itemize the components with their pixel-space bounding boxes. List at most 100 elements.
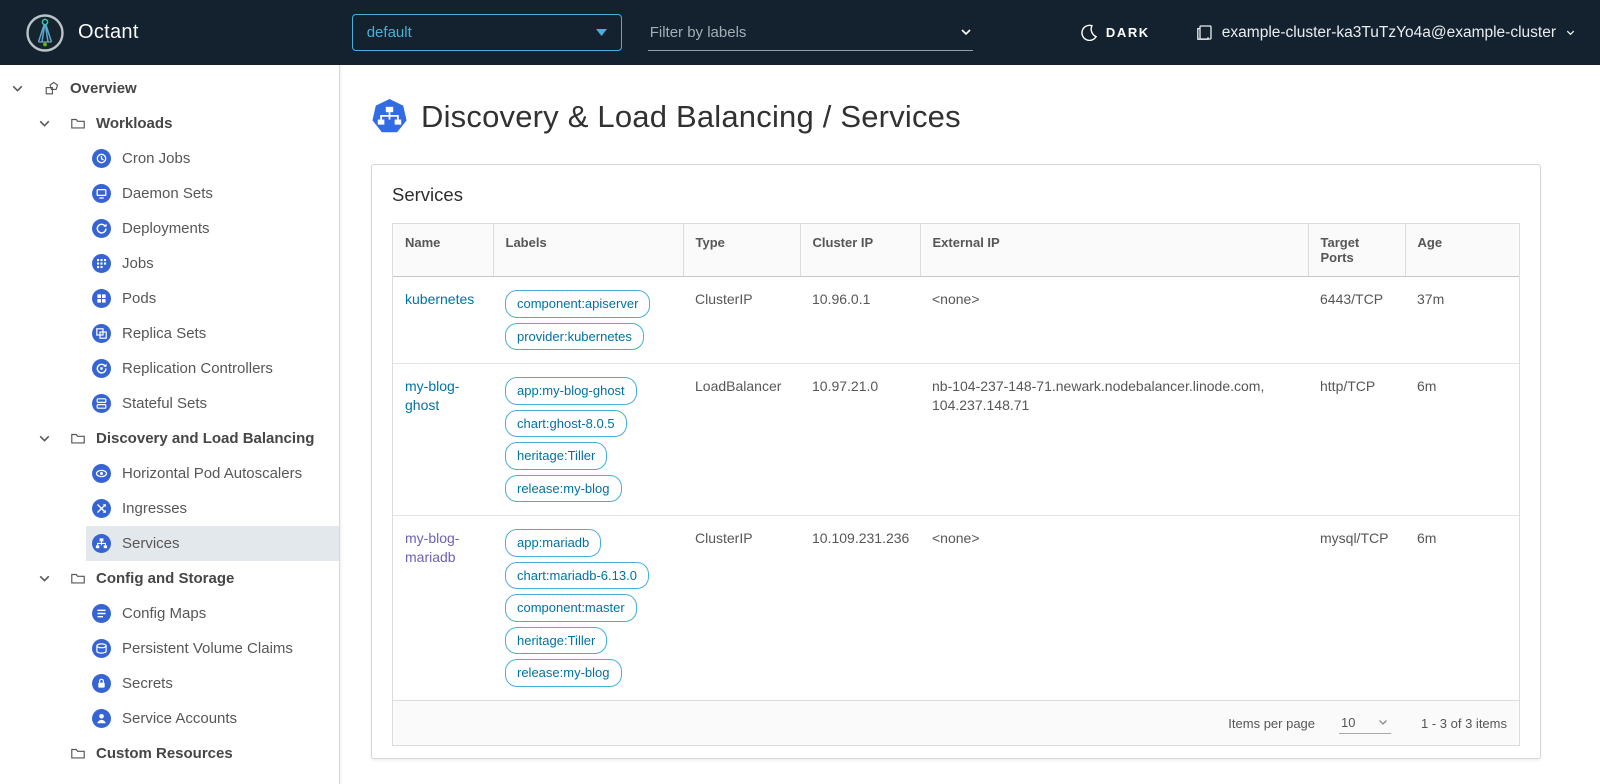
table-header-row: Name Labels Type Cluster IP External IP …	[393, 224, 1519, 277]
items-per-page-value: 10	[1341, 715, 1355, 730]
folder-icon	[70, 431, 86, 447]
external-ip-cell: nb-104-237-148-71.newark.nodebalancer.li…	[920, 364, 1308, 516]
pods-icon	[92, 289, 111, 308]
label-filter-input[interactable]	[648, 23, 959, 42]
sidebar-item-replication-controllers[interactable]: Replication Controllers	[86, 351, 339, 386]
label-chip[interactable]: component:master	[505, 594, 637, 622]
sidebar-group-discovery-load-balancing[interactable]: Discovery and Load Balancing	[0, 421, 339, 456]
labels-cell: component:apiserver provider:kubernetes	[493, 277, 683, 364]
chevron-down-icon[interactable]	[959, 25, 973, 39]
chevron-down-icon	[1377, 716, 1389, 728]
age-cell: 6m	[1405, 364, 1519, 516]
main-content: Discovery & Load Balancing / Services Se…	[340, 65, 1600, 784]
octant-logo	[26, 14, 64, 52]
pagination-range-label: 1 - 3 of 3 items	[1421, 716, 1507, 731]
sidebar-item-pods[interactable]: Pods	[86, 281, 339, 316]
label-chip[interactable]: heritage:Tiller	[505, 442, 607, 470]
dark-theme-toggle[interactable]: DARK	[1080, 24, 1150, 41]
chevron-down-icon[interactable]	[10, 81, 26, 96]
pvc-icon	[92, 639, 111, 658]
card-title: Services	[372, 165, 1540, 223]
namespace-value: default	[367, 24, 412, 41]
deployments-icon	[92, 219, 111, 238]
octant-app: Octant default DARK	[0, 0, 1600, 784]
page-header: Discovery & Load Balancing / Services	[371, 98, 1541, 135]
chevron-down-icon	[1565, 27, 1576, 38]
external-ip-cell: <none>	[920, 277, 1308, 364]
label-chip[interactable]: app:mariadb	[505, 529, 601, 557]
sidebar-group-config-and-storage[interactable]: Config and Storage	[0, 561, 339, 596]
replica-sets-icon	[92, 324, 111, 343]
label-chip[interactable]: release:my-blog	[505, 659, 622, 687]
sidebar-item-daemon-sets[interactable]: Daemon Sets	[86, 176, 339, 211]
label-chip[interactable]: heritage:Tiller	[505, 627, 607, 655]
cluster-ip-cell: 10.97.21.0	[800, 364, 920, 516]
service-link-my-blog-ghost[interactable]: my-blog-ghost	[405, 378, 459, 413]
service-accounts-icon	[92, 709, 111, 728]
sidebar-item-jobs[interactable]: Jobs	[86, 246, 339, 281]
jobs-icon	[92, 254, 111, 273]
column-header-labels: Labels	[493, 224, 683, 277]
chevron-down-icon[interactable]	[37, 116, 53, 131]
label-chip[interactable]: chart:mariadb-6.13.0	[505, 562, 649, 590]
type-cell: ClusterIP	[683, 277, 800, 364]
dark-toggle-label: DARK	[1106, 25, 1150, 40]
sidebar-nav: Overview Workloads Cron Jobs Daemon Sets	[0, 65, 340, 784]
sidebar-item-cron-jobs[interactable]: Cron Jobs	[86, 141, 339, 176]
dropdown-caret-icon	[596, 29, 607, 36]
cluster-icon	[1196, 24, 1213, 41]
chevron-down-icon[interactable]	[37, 571, 53, 586]
sidebar-item-services[interactable]: Services	[86, 526, 339, 561]
label-filter	[648, 15, 973, 51]
moon-icon	[1080, 24, 1097, 41]
cluster-ip-cell: 10.109.231.236	[800, 516, 920, 700]
table-row: kubernetes component:apiserver provider:…	[393, 277, 1519, 364]
label-chip[interactable]: provider:kubernetes	[505, 323, 644, 351]
sidebar-item-service-accounts[interactable]: Service Accounts	[86, 701, 339, 736]
namespace-select[interactable]: default	[352, 14, 622, 51]
sidebar-item-persistent-volume-claims[interactable]: Persistent Volume Claims	[86, 631, 339, 666]
sidebar-item-deployments[interactable]: Deployments	[86, 211, 339, 246]
sidebar-group-custom-resources[interactable]: Custom Resources	[0, 736, 339, 771]
sidebar-item-config-maps[interactable]: Config Maps	[86, 596, 339, 631]
replication-controllers-icon	[92, 359, 111, 378]
items-per-page-label: Items per page	[1228, 716, 1315, 731]
label-chip[interactable]: chart:ghost-8.0.5	[505, 410, 627, 438]
sidebar-item-overview[interactable]: Overview	[0, 71, 339, 106]
cluster-context-menu[interactable]: example-cluster-ka3TuTzYo4a@example-clus…	[1196, 24, 1576, 42]
external-ip-cell: <none>	[920, 516, 1308, 700]
items-per-page-select[interactable]: 10	[1339, 713, 1391, 734]
label-chip[interactable]: release:my-blog	[505, 475, 622, 503]
sidebar-item-ingresses[interactable]: Ingresses	[86, 491, 339, 526]
column-header-type: Type	[683, 224, 800, 277]
target-ports-cell: 6443/TCP	[1308, 277, 1405, 364]
chevron-down-icon[interactable]	[37, 431, 53, 446]
target-ports-cell: http/TCP	[1308, 364, 1405, 516]
sidebar-item-horizontal-pod-autoscalers[interactable]: Horizontal Pod Autoscalers	[86, 456, 339, 491]
hpa-icon	[92, 464, 111, 483]
table-row: my-blog-ghost app:my-blog-ghost chart:gh…	[393, 364, 1519, 516]
age-cell: 6m	[1405, 516, 1519, 700]
page-title: Discovery & Load Balancing / Services	[421, 99, 961, 135]
table-pagination: Items per page 10 1 - 3 of 3 items	[393, 700, 1519, 745]
label-chip[interactable]: app:my-blog-ghost	[505, 377, 637, 405]
header-bar: Octant default DARK	[0, 0, 1600, 65]
sidebar-group-workloads[interactable]: Workloads	[0, 106, 339, 141]
cron-jobs-icon	[92, 149, 111, 168]
age-cell: 37m	[1405, 277, 1519, 364]
sidebar-item-secrets[interactable]: Secrets	[86, 666, 339, 701]
service-link-kubernetes[interactable]: kubernetes	[405, 291, 474, 307]
cluster-context-label: example-cluster-ka3TuTzYo4a@example-clus…	[1222, 24, 1556, 42]
column-header-target-ports: Target Ports	[1308, 224, 1405, 277]
folder-icon	[70, 746, 86, 762]
service-link-my-blog-mariadb[interactable]: my-blog-mariadb	[405, 530, 459, 565]
sidebar-item-stateful-sets[interactable]: Stateful Sets	[86, 386, 339, 421]
services-page-icon	[371, 98, 408, 135]
app-title: Octant	[78, 21, 139, 44]
column-header-name: Name	[393, 224, 493, 277]
label-chip[interactable]: component:apiserver	[505, 290, 650, 318]
column-header-cluster-ip: Cluster IP	[800, 224, 920, 277]
sidebar-item-replica-sets[interactable]: Replica Sets	[86, 316, 339, 351]
cluster-ip-cell: 10.96.0.1	[800, 277, 920, 364]
folder-icon	[70, 571, 86, 587]
